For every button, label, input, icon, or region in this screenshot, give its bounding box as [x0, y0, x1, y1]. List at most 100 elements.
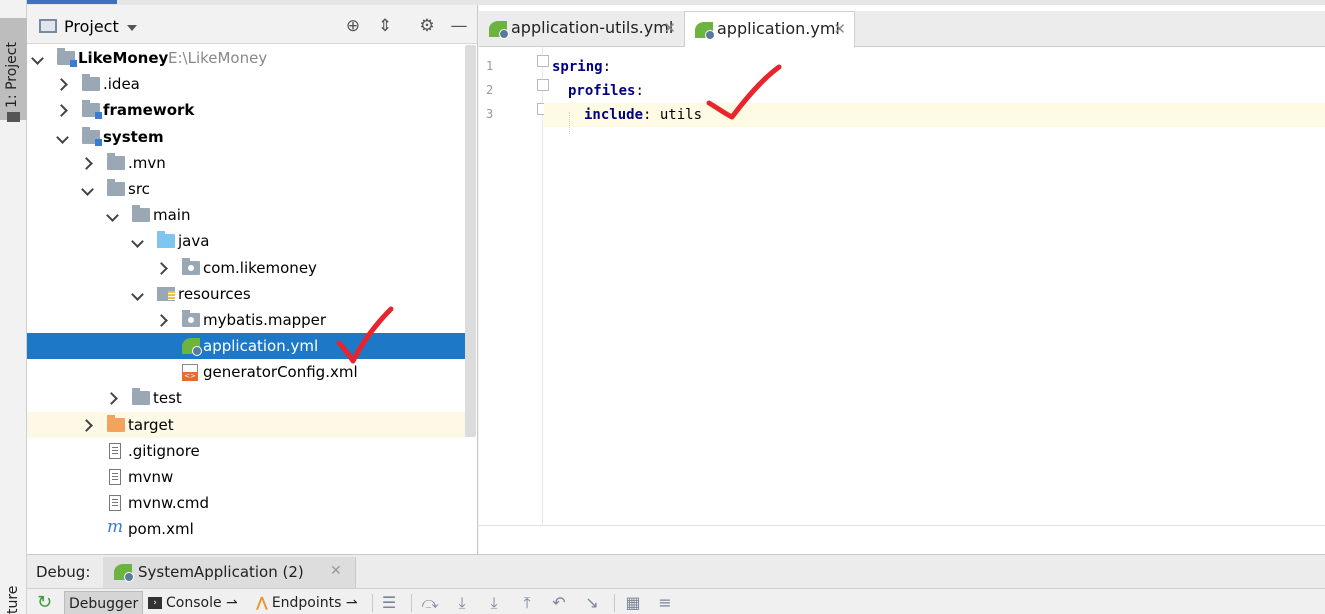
line-number: 3 — [486, 107, 494, 121]
folder-icon — [82, 74, 100, 92]
tab-console[interactable]: › Console ⇀ — [144, 591, 242, 614]
tree-item-target[interactable]: target — [27, 411, 467, 438]
step-out-icon[interactable]: ⤒ — [517, 593, 537, 613]
tree-item-label: system — [103, 127, 164, 146]
rerun-icon[interactable]: ↻ — [37, 594, 55, 612]
tree-item-label: LikeMoney — [78, 49, 169, 67]
code-editor[interactable]: spring: profiles: include: utils — [544, 47, 1325, 525]
yaml-value: utils — [659, 107, 703, 123]
tree-item-label: mybatis.mapper — [203, 310, 327, 329]
tree-item-framework[interactable]: framework — [27, 97, 467, 123]
tree-item-main[interactable]: main — [27, 202, 467, 228]
toolbar-separator — [372, 594, 373, 612]
chevron-right-icon[interactable] — [57, 71, 69, 97]
tree-item-mvnw-cmd[interactable]: mvnw.cmd — [27, 490, 467, 516]
chevron-down-icon[interactable] — [132, 281, 144, 307]
structure-tool-tab[interactable]: ture — [5, 586, 21, 614]
tree-item-generator-config[interactable]: generatorConfig.xml — [27, 359, 467, 385]
chevron-down-icon[interactable] — [32, 45, 44, 71]
hide-icon[interactable]: — — [449, 16, 469, 36]
module-folder-icon — [57, 48, 77, 67]
tree-item-pom[interactable]: m pom.xml — [27, 516, 467, 542]
tree-item-test[interactable]: test — [27, 385, 467, 411]
tree-item-label: pom.xml — [128, 520, 194, 539]
project-panel-title[interactable]: Project — [64, 17, 119, 36]
text-file-icon — [109, 469, 121, 485]
tree-item-label: .mvn — [128, 153, 166, 172]
tool-window-stripe: 1: Project ture — [0, 0, 27, 614]
tab-console-label: Console — [166, 595, 222, 611]
chevron-right-icon[interactable] — [107, 385, 119, 411]
debug-session-tab[interactable]: SystemApplication (2) ✕ — [103, 557, 356, 588]
tree-item-label: framework — [103, 101, 195, 120]
tab-endpoints[interactable]: ⋀ Endpoints ⇀ — [252, 591, 362, 614]
tree-item-application-yml[interactable]: application.yml — [27, 333, 467, 360]
tree-item-likemoney[interactable]: LikeMoney E:\LikeMoney — [27, 45, 467, 71]
endpoints-icon: ⋀ — [256, 595, 268, 611]
folder-icon — [107, 152, 125, 170]
folder-icon — [7, 112, 20, 122]
chevron-down-icon[interactable] — [127, 25, 137, 31]
chevron-down-icon[interactable] — [107, 202, 119, 228]
project-panel-header: Project ⊕ ⇕ ⚙ — — [27, 5, 477, 44]
chevron-right-icon[interactable] — [157, 307, 169, 333]
menu-icon[interactable]: ☰ — [379, 593, 399, 613]
evaluate-expression-icon[interactable]: ▦ — [623, 593, 643, 613]
tree-item-idea[interactable]: .idea — [27, 71, 467, 97]
tree-item-mvn[interactable]: .mvn — [27, 150, 467, 176]
trace-icon[interactable]: ≡ — [655, 593, 675, 613]
gear-icon[interactable]: ⚙ — [417, 16, 437, 36]
text-file-icon — [109, 442, 121, 459]
tree-item-label: .gitignore — [128, 441, 200, 460]
close-icon[interactable]: ✕ — [663, 11, 676, 45]
collapse-all-icon[interactable]: ⇕ — [375, 16, 395, 36]
project-scrollbar[interactable] — [465, 45, 476, 437]
step-over-icon[interactable]: ⤼ — [420, 593, 440, 613]
tree-item-gitignore[interactable]: .gitignore — [27, 438, 467, 464]
chevron-down-icon[interactable] — [82, 176, 94, 202]
tree-item-src[interactable]: src — [27, 176, 467, 202]
project-view-icon — [39, 19, 57, 33]
chevron-right-icon[interactable] — [82, 412, 94, 438]
debug-session-label: SystemApplication (2) — [138, 563, 304, 581]
tree-item-resources[interactable]: resources — [27, 281, 467, 307]
step-into-icon[interactable]: ⤓ — [452, 593, 472, 613]
folder-icon — [132, 205, 150, 223]
chevron-right-icon[interactable] — [57, 97, 69, 123]
force-step-into-icon[interactable]: ⤓ — [484, 593, 504, 613]
code-line-1: spring: — [552, 59, 612, 75]
red-check-mark-annotation — [336, 306, 394, 364]
drop-frame-icon[interactable]: ↶ — [549, 593, 569, 613]
tree-item-label: com.likemoney — [203, 258, 317, 277]
run-to-cursor-icon[interactable]: ↘ — [582, 593, 602, 613]
module-folder-icon — [82, 100, 102, 120]
indent-guide — [569, 112, 570, 134]
tree-item-label: resources — [178, 284, 251, 303]
tab-application-utils-yml[interactable]: application-utils.yml ✕ — [479, 11, 685, 47]
tree-item-java[interactable]: java — [27, 228, 467, 254]
project-tool-tab[interactable]: 1: Project — [0, 18, 27, 122]
tree-item-label: java — [178, 232, 210, 251]
tab-debugger[interactable]: Debugger — [64, 591, 144, 614]
xml-file-icon — [182, 364, 198, 382]
chevron-down-icon[interactable] — [57, 124, 69, 150]
project-tree: LikeMoney E:\LikeMoney .idea framework s… — [27, 45, 467, 543]
editor-empty-area — [479, 525, 1325, 554]
chevron-right-icon[interactable] — [82, 150, 94, 176]
tree-item-mvnw[interactable]: mvnw — [27, 464, 467, 490]
line-number: 1 — [486, 59, 494, 73]
excluded-folder-icon — [107, 414, 125, 432]
module-folder-icon — [82, 126, 102, 146]
locate-icon[interactable]: ⊕ — [343, 16, 363, 36]
tree-item-package[interactable]: com.likemoney — [27, 255, 467, 281]
chevron-down-icon[interactable] — [132, 228, 144, 254]
line-number: 2 — [486, 83, 494, 97]
chevron-right-icon[interactable] — [157, 255, 169, 281]
code-line-2: profiles: — [568, 83, 644, 99]
tree-item-mybatis-mapper[interactable]: mybatis.mapper — [27, 307, 467, 333]
text-file-icon — [109, 495, 121, 512]
tab-application-yml[interactable]: application.yml ✕ — [685, 11, 855, 48]
close-icon[interactable]: ✕ — [330, 563, 342, 579]
close-icon[interactable]: ✕ — [833, 12, 846, 46]
tree-item-system[interactable]: system — [27, 124, 467, 150]
